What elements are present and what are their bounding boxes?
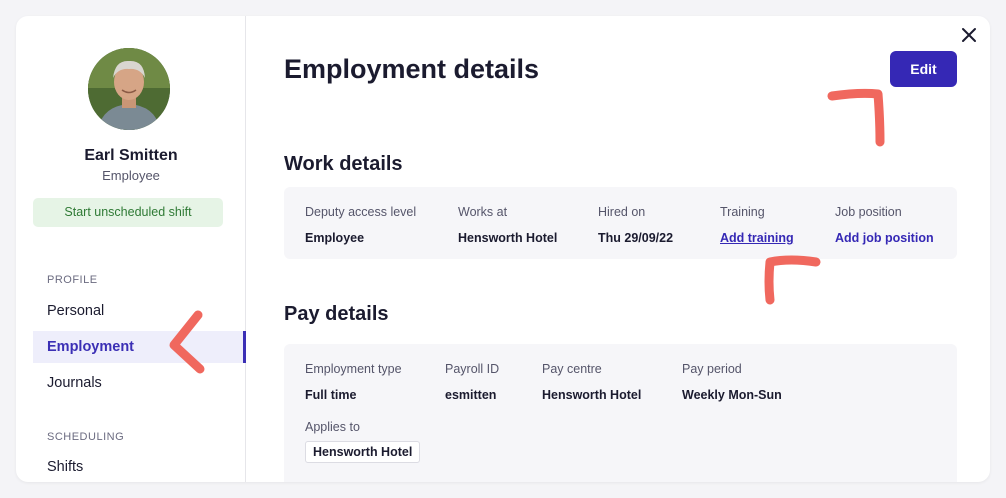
work-details-panel: Deputy access level Employee Works at He… [284, 187, 957, 259]
field-pay-centre: Pay centre Hensworth Hotel [542, 362, 641, 402]
sidebar-section-profile: PROFILE [47, 274, 98, 286]
sidebar-item-personal[interactable]: Personal [33, 295, 246, 327]
field-label: Hired on [598, 205, 646, 219]
sidebar-item-journals[interactable]: Journals [33, 367, 246, 399]
field-job-position: Job position Add job position [835, 205, 934, 245]
start-unscheduled-shift-button[interactable]: Start unscheduled shift [33, 198, 223, 227]
field-applies-to: Applies to Hensworth Hotel [305, 420, 421, 463]
field-label: Training [720, 205, 765, 219]
field-label: Applies to [305, 420, 360, 434]
edit-button[interactable]: Edit [890, 51, 957, 87]
field-label: Pay centre [542, 362, 602, 376]
field-label: Pay period [682, 362, 742, 376]
field-hired-on: Hired on Thu 29/09/22 [598, 205, 673, 245]
sidebar-item-shifts[interactable]: Shifts [33, 451, 246, 482]
add-training-link[interactable]: Add training [720, 231, 794, 245]
field-works-at: Works at Hensworth Hotel [458, 205, 557, 245]
field-value: esmitten [445, 388, 497, 402]
field-payroll-id: Payroll ID esmitten [445, 362, 499, 402]
applies-to-chip: Hensworth Hotel [305, 441, 421, 463]
employee-role: Employee [102, 168, 160, 183]
field-value: Thu 29/09/22 [598, 231, 674, 245]
employee-name: Earl Smitten [84, 147, 178, 164]
work-details-title: Work details [284, 153, 403, 175]
field-label: Payroll ID [445, 362, 500, 376]
sidebar: Earl Smitten Employee Start unscheduled … [16, 16, 246, 482]
field-employment-type: Employment type Full time [305, 362, 402, 402]
field-value: Hensworth Hotel [458, 231, 558, 245]
sidebar-section-scheduling: SCHEDULING [47, 431, 125, 443]
field-label: Job position [835, 205, 902, 219]
add-job-position-link[interactable]: Add job position [835, 231, 934, 245]
close-icon[interactable] [958, 24, 980, 46]
field-value: Full time [305, 388, 357, 402]
field-label: Works at [458, 205, 508, 219]
field-value: Weekly Mon-Sun [682, 388, 782, 402]
pay-details-title: Pay details [284, 303, 389, 325]
field-value: Hensworth Hotel [542, 388, 642, 402]
field-training: Training Add training [720, 205, 794, 245]
employee-modal: Earl Smitten Employee Start unscheduled … [16, 16, 990, 482]
pay-details-panel: Employment type Full time Payroll ID esm… [284, 344, 957, 482]
sidebar-item-employment[interactable]: Employment [33, 331, 246, 363]
field-value: Employee [305, 231, 365, 245]
main-content: Employment details Edit Work details Dep… [247, 16, 990, 482]
page-title: Employment details [284, 54, 540, 84]
field-label: Deputy access level [305, 205, 417, 219]
field-access-level: Deputy access level Employee [305, 205, 416, 245]
field-pay-period: Pay period Weekly Mon-Sun [682, 362, 782, 402]
avatar [88, 48, 170, 130]
field-label: Employment type [305, 362, 402, 376]
